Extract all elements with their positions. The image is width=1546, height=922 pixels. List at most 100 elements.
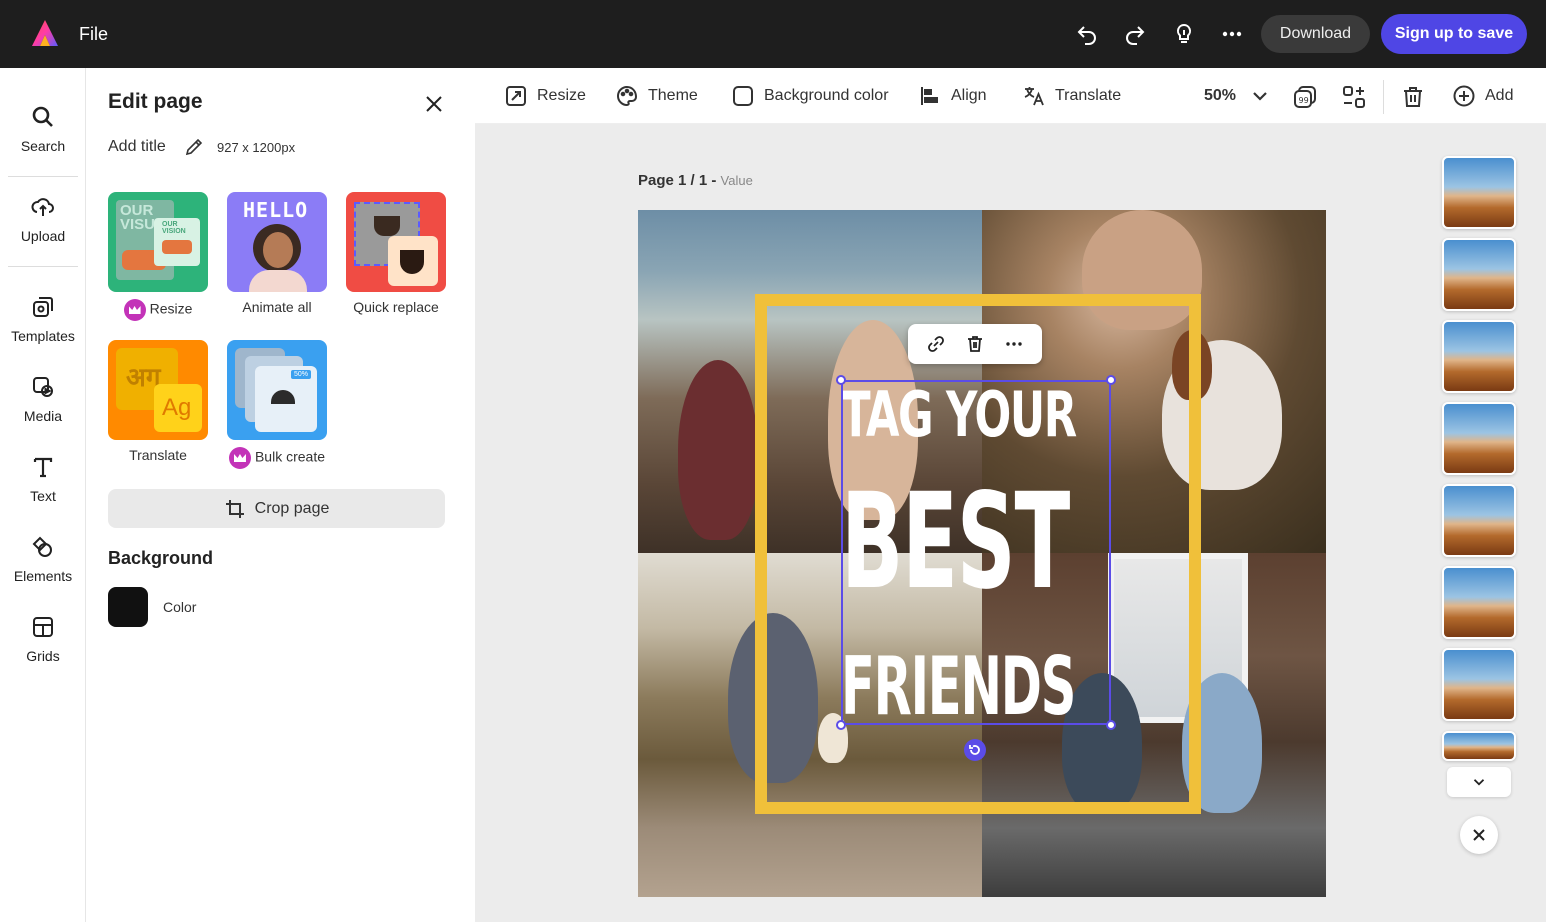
resize-tile[interactable]: OUR VISU OUR VISION — [108, 192, 208, 292]
resize-icon — [506, 86, 526, 106]
download-button[interactable]: Download — [1261, 15, 1370, 53]
duplicate-page-icon[interactable]: 99 — [1292, 84, 1318, 110]
artboard[interactable]: TAG YOUR BEST FRIENDS — [638, 210, 1326, 897]
quick-replace-tile[interactable] — [346, 192, 446, 292]
page-label: Page 1 / 1 - Value — [638, 172, 753, 189]
page-thumbnail[interactable] — [1442, 731, 1516, 761]
premium-crown-icon — [228, 447, 251, 469]
page-toolbar: Resize Theme Background color Align Tran… — [475, 68, 1546, 124]
rail-item-media[interactable]: Media — [0, 374, 86, 424]
search-icon — [30, 104, 56, 130]
templates-icon — [30, 294, 56, 320]
page-thumbnail[interactable] — [1442, 320, 1516, 393]
resize-handle[interactable] — [1106, 375, 1116, 385]
coffee-cup-art — [400, 250, 424, 274]
rail-item-templates[interactable]: Templates — [0, 294, 86, 344]
crop-page-button[interactable]: Crop page — [108, 489, 445, 528]
translate-tool[interactable]: Translate — [1022, 84, 1121, 108]
grids-icon — [30, 614, 56, 640]
page-thumbnail[interactable] — [1442, 156, 1516, 229]
canvas-area: Page 1 / 1 - Value TAG YOUR BEST FRIENDS — [475, 124, 1546, 922]
translate-icon — [1024, 87, 1044, 106]
page-thumbnail[interactable] — [1442, 648, 1516, 721]
tile-art-latin: Ag — [154, 384, 202, 432]
rail-divider — [8, 176, 78, 177]
selection-box[interactable] — [841, 380, 1111, 725]
close-icon[interactable] — [422, 92, 446, 116]
close-thumbnails-button[interactable] — [1460, 816, 1498, 854]
add-title-link[interactable]: Add title — [108, 138, 166, 156]
trash-icon[interactable] — [1400, 84, 1426, 110]
animate-all-label: Animate all — [242, 299, 312, 315]
link-icon[interactable] — [925, 333, 947, 355]
left-rail: Search Upload Templates Media Text Eleme… — [0, 68, 86, 922]
tile-art-text: HELLO — [243, 198, 309, 222]
close-icon — [1473, 829, 1485, 841]
adobe-express-logo[interactable] — [30, 18, 60, 48]
bulk-create-label: Bulk create — [212, 447, 342, 469]
elements-icon — [30, 534, 56, 560]
square-icon — [733, 86, 753, 106]
rail-item-grids[interactable]: Grids — [0, 614, 86, 664]
more-icon[interactable] — [1218, 20, 1246, 48]
rail-item-label: Templates — [11, 328, 75, 344]
premium-crown-icon — [123, 299, 146, 321]
background-title: Background — [108, 548, 214, 568]
resize-handle[interactable] — [836, 375, 846, 385]
trash-icon[interactable] — [964, 333, 986, 355]
rotate-icon[interactable] — [964, 739, 986, 761]
theme-tool[interactable]: Theme — [615, 84, 698, 108]
media-icon — [30, 374, 56, 400]
zoom-dropdown[interactable]: 50% — [1204, 84, 1272, 108]
more-icon[interactable] — [1003, 333, 1025, 355]
animate-all-tile[interactable]: HELLO — [227, 192, 327, 292]
edit-page-panel: Edit page Add title 927 x 1200px OUR VIS… — [87, 68, 474, 922]
sofa-art — [162, 240, 192, 254]
crop-page-label: Crop page — [254, 499, 330, 517]
rail-divider — [8, 266, 78, 267]
align-tool[interactable]: Align — [918, 84, 987, 108]
portrait-body — [249, 270, 307, 292]
crop-icon — [225, 499, 244, 518]
coffee-cup-art — [374, 216, 400, 236]
rail-item-label: Media — [23, 408, 63, 424]
rail-item-label: Grids — [26, 648, 60, 664]
chevron-down-icon — [1473, 779, 1485, 786]
page-dimensions: 927 x 1200px — [217, 140, 296, 155]
background-color-tool[interactable]: Background color — [731, 84, 889, 108]
rail-item-search[interactable]: Search — [0, 104, 86, 154]
file-menu[interactable]: File — [79, 24, 108, 45]
redo-icon[interactable] — [1121, 20, 1149, 48]
thumbnails-scroll-down[interactable] — [1447, 767, 1511, 797]
resize-handle[interactable] — [1106, 720, 1116, 730]
arrange-icon[interactable] — [1341, 84, 1367, 110]
resize-handle[interactable] — [836, 720, 846, 730]
translate-tile[interactable]: अग Ag — [108, 340, 208, 440]
page-thumbnail[interactable] — [1442, 238, 1516, 311]
rail-item-label: Upload — [20, 228, 66, 244]
chevron-down-icon — [1253, 92, 1267, 101]
resize-tool[interactable]: Resize — [504, 84, 586, 108]
lamp-art — [271, 390, 295, 404]
portrait-face — [263, 232, 293, 268]
sign-up-button[interactable]: Sign up to save — [1381, 14, 1527, 54]
page-thumbnail[interactable] — [1442, 402, 1516, 475]
top-bar: File Download Sign up to save — [0, 0, 1546, 68]
pencil-icon[interactable] — [183, 136, 205, 158]
rail-item-elements[interactable]: Elements — [0, 534, 86, 584]
quick-replace-label: Quick replace — [353, 299, 439, 315]
add-page-tool[interactable]: Add — [1452, 84, 1513, 108]
toolbar-separator — [1383, 80, 1384, 114]
background-color-swatch[interactable] — [108, 587, 148, 627]
lightbulb-icon[interactable] — [1170, 20, 1198, 48]
rail-item-text[interactable]: Text — [0, 454, 86, 504]
panel-title: Edit page — [108, 90, 203, 113]
rail-item-label: Text — [30, 488, 56, 504]
page-thumbnail[interactable] — [1442, 484, 1516, 557]
bulk-create-tile[interactable]: 50% — [227, 340, 327, 440]
rail-item-upload[interactable]: Upload — [0, 194, 86, 244]
element-action-bar — [908, 324, 1042, 364]
resize-tile-label: Resize — [93, 299, 223, 321]
undo-icon[interactable] — [1073, 20, 1101, 48]
page-thumbnail[interactable] — [1442, 566, 1516, 639]
